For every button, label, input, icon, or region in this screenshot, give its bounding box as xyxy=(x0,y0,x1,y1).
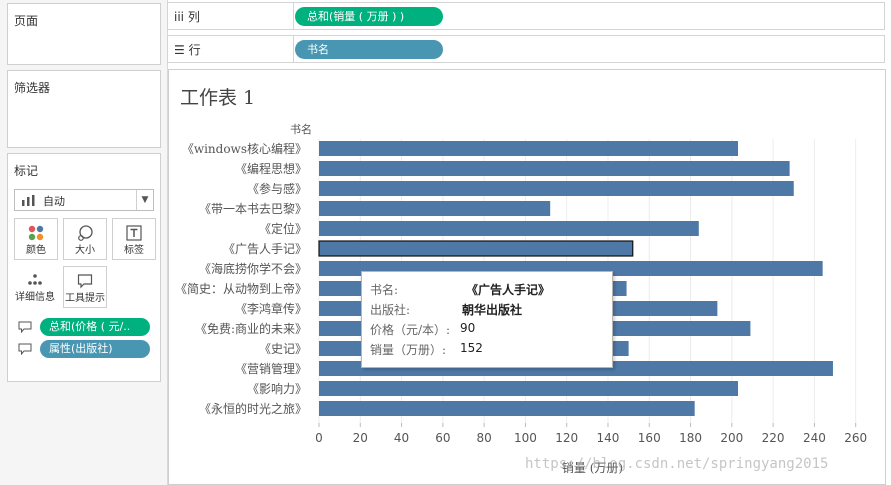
x-tick-label: 180 xyxy=(679,431,702,445)
bar[interactable] xyxy=(319,201,551,216)
category-label: 《永恒的时光之旅》 xyxy=(199,401,307,416)
category-label: 《简史：从动物到上帝》 xyxy=(175,281,307,296)
rows-shelf[interactable]: ☰ 行 书名 xyxy=(167,35,885,63)
bar[interactable] xyxy=(319,381,739,396)
bar-chart-icon xyxy=(22,195,35,206)
x-tick-label: 160 xyxy=(638,431,661,445)
category-label: 《广告人手记》 xyxy=(223,242,307,256)
tooltip-button[interactable]: 工具提示 xyxy=(63,266,107,308)
shelf-divider xyxy=(293,3,294,29)
detail-label: 详细信息 xyxy=(15,292,55,303)
publisher-attr-pill[interactable]: 属性(出版社) xyxy=(40,340,150,358)
pages-title: 页面 xyxy=(14,14,39,28)
color-dots-icon xyxy=(28,225,44,241)
columns-shelf[interactable]: iii 列 总和(销量 ( 万册 ) ) xyxy=(167,2,885,30)
tooltip-key: 出版社: xyxy=(370,303,411,317)
shelf-divider xyxy=(293,36,294,62)
category-label: 《带一本书去巴黎》 xyxy=(199,202,307,216)
bar[interactable] xyxy=(319,221,699,236)
tooltip-row-sales: 销量（万册）: 152 xyxy=(370,341,483,358)
category-label: 《影响力》 xyxy=(247,381,307,396)
y-axis-header: 书名 xyxy=(290,122,312,136)
speech-bubble-icon xyxy=(18,343,32,355)
columns-shelf-label: iii 列 xyxy=(174,10,200,24)
category-label: 《免费:商业的未来》 xyxy=(195,321,307,336)
x-tick-label: 240 xyxy=(803,431,826,445)
pages-card[interactable]: 页面 xyxy=(7,3,161,65)
x-tick-label: 0 xyxy=(315,431,323,445)
x-tick-label: 40 xyxy=(394,431,409,445)
label-button[interactable]: 标签 xyxy=(112,218,156,260)
category-label: 《海底捞你学不会》 xyxy=(199,261,307,276)
bar[interactable] xyxy=(319,401,695,416)
bar[interactable] xyxy=(318,240,634,257)
category-label: 《史记》 xyxy=(259,342,307,356)
category-label: 《参与感》 xyxy=(247,181,307,196)
text-label-icon xyxy=(126,225,142,241)
category-label: 《编程思想》 xyxy=(235,161,307,176)
price-sum-pill[interactable]: 总和(价格 ( 元/.. xyxy=(40,318,150,336)
rows-icon: ☰ xyxy=(174,43,185,57)
watermark: https://blog.csdn.net/springyang2015 xyxy=(525,456,829,472)
x-tick-label: 100 xyxy=(514,431,537,445)
color-button[interactable]: 颜色 xyxy=(14,218,58,260)
tooltip-key: 销量（万册）: xyxy=(370,343,447,357)
bar[interactable] xyxy=(319,181,794,196)
tooltip-value: 《广告人手记》 xyxy=(466,283,551,297)
x-tick-label: 140 xyxy=(597,431,620,445)
tooltip-row-price: 价格（元/本）: 90 xyxy=(370,321,475,338)
size-icon xyxy=(78,225,93,241)
tooltip-value: 90 xyxy=(460,321,476,335)
bar[interactable] xyxy=(319,161,790,176)
speech-bubble-icon xyxy=(18,321,32,333)
category-label: 《定位》 xyxy=(259,221,307,236)
chevron-down-icon[interactable]: ▼ xyxy=(136,190,153,210)
speech-bubble-icon xyxy=(77,274,93,289)
category-label: 《windows核心编程》 xyxy=(182,141,307,156)
detail-button[interactable]: 详细信息 xyxy=(14,266,56,306)
left-sidebar: 页面 筛选器 标记 自动 ▼ 颜色 大小 标签 详细信息 工具提示 总和(价格 … xyxy=(0,0,168,485)
marks-card: 标记 自动 ▼ 颜色 大小 标签 详细信息 工具提示 总和(价格 (元/.. … xyxy=(7,153,161,382)
x-tick-label: 20 xyxy=(353,431,368,445)
x-tick-label: 80 xyxy=(476,431,491,445)
tooltip-label: 工具提示 xyxy=(65,293,105,304)
tooltip-row-publisher: 出版社: 朝华出版社 xyxy=(370,301,522,318)
tooltip-key: 书名: xyxy=(370,283,399,297)
x-tick-label: 120 xyxy=(555,431,578,445)
category-label: 《营销管理》 xyxy=(235,361,307,376)
x-tick-label: 60 xyxy=(435,431,450,445)
tooltip-key: 价格（元/本）: xyxy=(370,323,451,337)
tooltip-value: 朝华出版社 xyxy=(462,303,523,317)
sales-sum-pill[interactable]: 总和(销量 ( 万册 ) ) xyxy=(295,7,443,26)
tooltip-value: 152 xyxy=(460,341,483,355)
detail-dots-icon xyxy=(28,274,42,285)
bar[interactable] xyxy=(319,141,739,156)
size-label: 大小 xyxy=(75,245,95,256)
mark-type-value: 自动 xyxy=(43,195,65,208)
category-label: 《李鸿章传》 xyxy=(235,301,307,316)
sheet-title: 工作表 1 xyxy=(180,87,255,109)
rows-shelf-label: ☰ 行 xyxy=(174,43,201,57)
columns-icon: iii xyxy=(174,10,185,24)
filters-title: 筛选器 xyxy=(14,81,51,95)
filters-card[interactable]: 筛选器 xyxy=(7,70,161,148)
x-tick-label: 200 xyxy=(720,431,743,445)
size-button[interactable]: 大小 xyxy=(63,218,107,260)
mark-type-dropdown[interactable]: 自动 ▼ xyxy=(14,189,154,211)
marks-title: 标记 xyxy=(14,164,39,178)
label-label: 标签 xyxy=(124,245,144,256)
tooltip-popup: 书名: 《广告人手记》 出版社: 朝华出版社 价格（元/本）: 90 销量（万册… xyxy=(361,271,613,368)
x-tick-label: 260 xyxy=(844,431,867,445)
tooltip-row-title: 书名: 《广告人手记》 xyxy=(370,281,550,298)
book-name-pill[interactable]: 书名 xyxy=(295,40,443,59)
x-tick-label: 220 xyxy=(762,431,785,445)
color-label: 颜色 xyxy=(26,245,46,256)
